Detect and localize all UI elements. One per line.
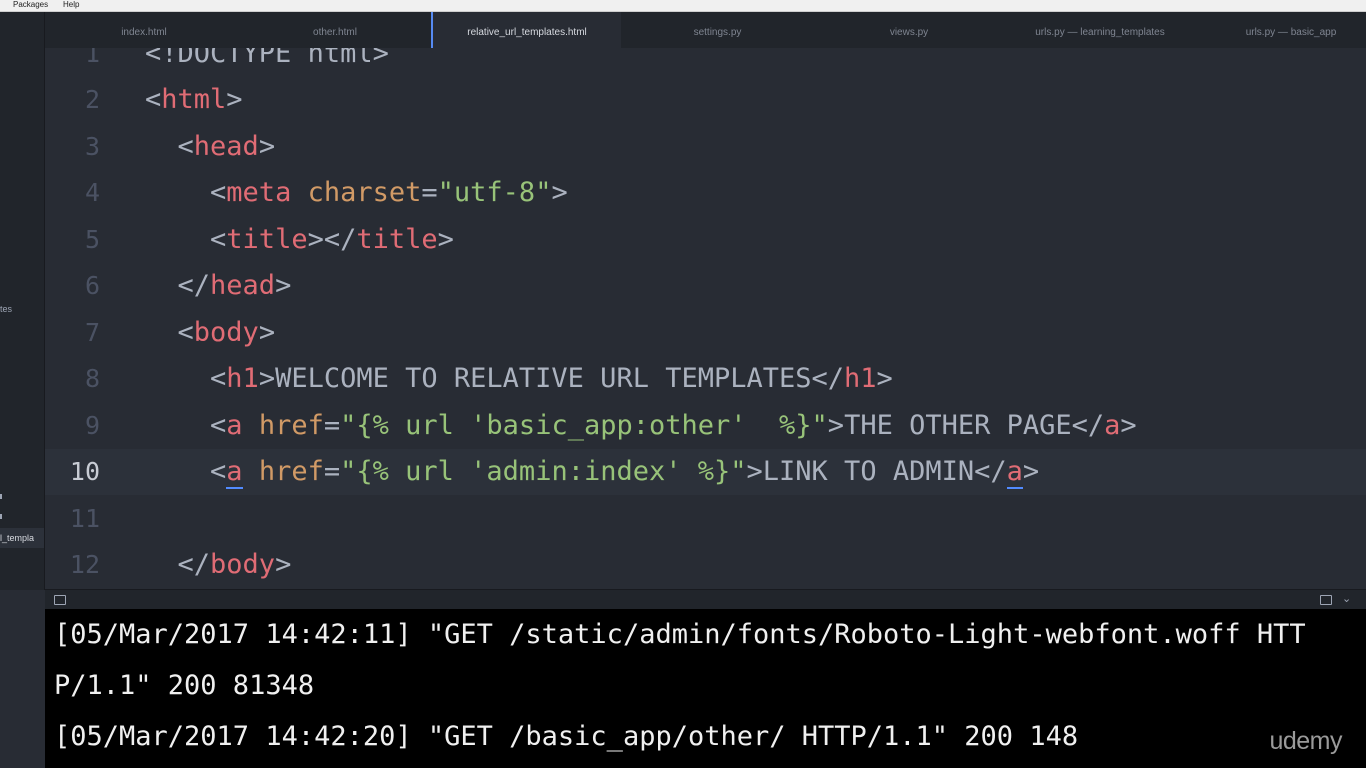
tab-settings-py[interactable]: settings.py [621,12,814,48]
terminal-line: P/1.1" 200 81348 [54,670,315,701]
code-line-current: 10 <a href="{% url 'admin:index' %}">LIN… [45,449,1366,495]
code-line: 1 <!DOCTYPE html> [45,48,1366,77]
maximize-icon[interactable] [1320,595,1332,605]
tab-urls-py-basic-app[interactable]: urls.py — basic_app [1196,12,1366,48]
code-text: <!DOCTYPE html> [145,48,389,69]
tab-other-html[interactable]: other.html [240,12,430,48]
menu-bar: t Packages Help [0,0,1366,12]
chevron-down-icon[interactable]: ⌄ [1342,592,1351,605]
code-text: <a href="{% url 'admin:index' %}">LINK T… [210,456,1040,489]
menu-help[interactable]: Help [63,0,79,9]
line-number: 3 [84,132,100,161]
bracket-match-open: a [226,456,243,489]
line-number: 2 [84,85,100,114]
line-number: 11 [69,504,100,533]
code-line: 3 <head> [45,124,1366,170]
code-text: </head> [177,270,292,301]
tab-bar: index.html other.html relative_url_templ… [45,12,1366,49]
code-line: 4 <meta charset="utf-8"> [45,170,1366,216]
code-line: 12 </body> [45,542,1366,588]
terminal-panel-header: ⌄ [45,589,1366,610]
code-text: <title></title> [210,224,454,255]
code-text: </body> [177,549,292,580]
code-line: 5 <title></title> [45,217,1366,263]
code-line: 7 <body> [45,310,1366,356]
tab-index-html[interactable]: index.html [45,12,243,48]
code-line: 8 <h1>WELCOME TO RELATIVE URL TEMPLATES<… [45,356,1366,402]
code-line: 2 <html> [45,77,1366,123]
terminal-line: [05/Mar/2017 14:42:11] "GET /static/admi… [54,619,1306,650]
code-line: 11 [45,496,1366,542]
code-line: 9 <a href="{% url 'basic_app:other' %}">… [45,403,1366,449]
tree-view-sidebar: tes l_templa [0,12,45,590]
line-number: 8 [84,364,100,393]
line-number: 7 [84,318,100,347]
line-number: 5 [84,225,100,254]
terminal-output[interactable]: [05/Mar/2017 14:42:11] "GET /static/admi… [45,609,1366,768]
code-text: <html> [145,84,243,115]
terminal-line: [05/Mar/2017 14:42:20] "GET /basic_app/o… [54,721,1079,752]
line-number: 6 [84,271,100,300]
bracket-match-close: a [1006,456,1023,489]
code-text: <body> [177,317,276,348]
tab-relative-url-templates-html[interactable]: relative_url_templates.html [431,12,621,49]
code-editor[interactable]: 1 <!DOCTYPE html> 2 <html> 3 <head> 4 <m… [45,48,1366,589]
line-number: 10 [69,457,100,486]
line-number: 12 [69,550,100,579]
udemy-watermark-logo: udemy [1269,727,1342,755]
line-number: 9 [84,411,100,440]
terminal-icon[interactable] [54,595,66,605]
code-text: <h1>WELCOME TO RELATIVE URL TEMPLATES</h… [210,363,893,394]
sidebar-item-templates[interactable]: tes [0,304,44,314]
code-text: <meta charset="utf-8"> [210,177,568,208]
code-line: 6 </head> [45,263,1366,309]
tab-urls-py-learning-templates[interactable]: urls.py — learning_templates [1004,12,1196,48]
line-number: 1 [84,48,100,68]
line-number: 4 [84,178,100,207]
code-text: <a href="{% url 'basic_app:other' %}">TH… [210,410,1137,441]
menu-packages[interactable]: Packages [13,0,48,9]
code-text: <head> [177,131,276,162]
tab-views-py[interactable]: views.py [814,12,1004,48]
tree-indent-marker [0,494,2,499]
tree-indent-marker [0,514,2,519]
sidebar-item-relative-url-templates[interactable]: l_templa [0,528,44,548]
